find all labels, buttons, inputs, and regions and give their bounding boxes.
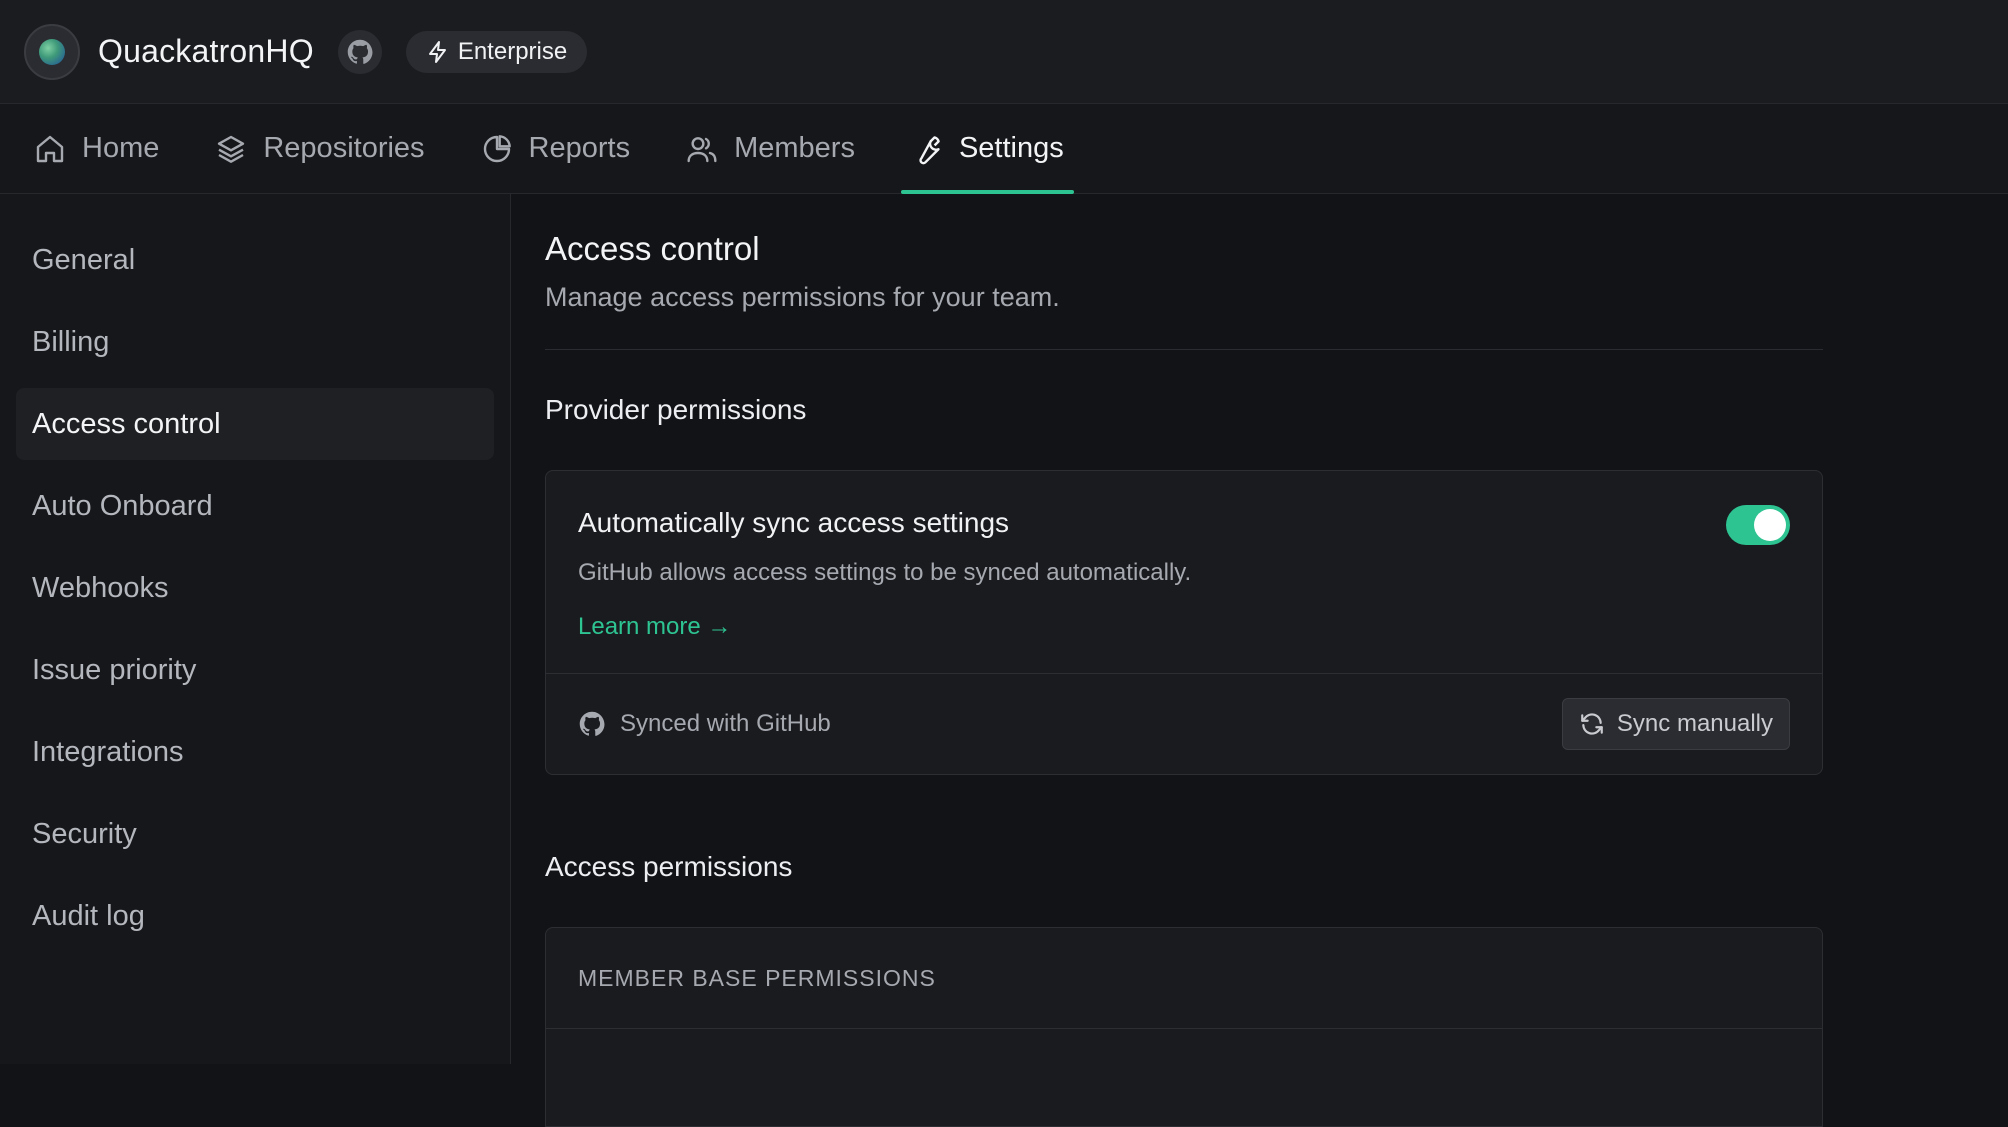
users-icon (687, 136, 717, 162)
access-permissions-heading: Access permissions (545, 851, 793, 882)
sync-settings-description: GitHub allows access settings to be sync… (578, 559, 1192, 586)
tab-settings[interactable]: Settings (900, 104, 1074, 194)
org-avatar[interactable] (24, 23, 80, 80)
tab-repositories[interactable]: Repositories (205, 104, 434, 193)
sync-manually-button[interactable]: Sync manually (1561, 698, 1790, 750)
sync-status: Synced with GitHub (578, 710, 831, 738)
sidebar-item-label: Access control (32, 407, 221, 440)
main-nav: Home Repositories Reports Members Settin… (0, 104, 2008, 194)
sidebar-item-audit-log[interactable]: Audit log (16, 880, 494, 952)
wrench-icon (919, 135, 940, 164)
sidebar-item-access-control[interactable]: Access control (16, 388, 494, 460)
sync-settings-card: Automatically sync access settings GitHu… (545, 470, 1823, 775)
sidebar-item-integrations[interactable]: Integrations (16, 716, 494, 788)
sidebar-item-label: Billing (32, 325, 110, 358)
page-subtitle: Manage access permissions for your team. (545, 282, 1060, 312)
sidebar-item-label: Auto Onboard (32, 489, 213, 522)
divider (545, 349, 1823, 350)
sidebar-item-billing[interactable]: Billing (16, 306, 494, 378)
org-name[interactable]: QuackatronHQ (98, 33, 314, 70)
main-content: Access control Manage access permissions… (545, 194, 1823, 1127)
pie-chart-icon (483, 134, 511, 162)
sidebar-item-auto-onboard[interactable]: Auto Onboard (16, 470, 494, 542)
sidebar-item-label: Audit log (32, 899, 145, 932)
plan-badge[interactable]: Enterprise (405, 30, 588, 73)
github-link[interactable] (337, 29, 382, 74)
sidebar-item-label: Integrations (32, 735, 184, 768)
sidebar-item-label: Security (32, 817, 137, 850)
sidebar-item-label: General (32, 243, 136, 276)
learn-more-link[interactable]: Learn more → (578, 613, 731, 641)
tab-reports-label: Reports (528, 132, 631, 164)
sidebar-item-label: Issue priority (32, 653, 197, 686)
refresh-icon (1581, 713, 1603, 735)
github-icon (579, 711, 605, 736)
sync-settings-footer: Synced with GitHub Sync manually (546, 673, 1822, 774)
tab-members[interactable]: Members (676, 104, 865, 193)
globe-avatar-icon (39, 38, 65, 65)
auto-sync-toggle[interactable] (1726, 505, 1790, 545)
toggle-knob (1754, 509, 1786, 541)
sync-settings-heading: Automatically sync access settings (578, 507, 1010, 538)
top-bar: QuackatronHQ Enterprise (0, 0, 2008, 104)
home-icon (36, 135, 64, 162)
learn-more-label: Learn more → (578, 613, 732, 640)
sync-settings-body: Automatically sync access settings GitHu… (546, 471, 1822, 673)
tab-home-label: Home (82, 132, 160, 164)
sidebar-item-security[interactable]: Security (16, 798, 494, 870)
member-permissions-card: MEMBER BASE PERMISSIONS (545, 927, 1823, 1127)
sidebar-item-label: Webhooks (32, 571, 169, 604)
lightning-icon (428, 40, 446, 63)
sidebar-item-issue-priority[interactable]: Issue priority (16, 634, 494, 706)
tab-home[interactable]: Home (24, 104, 169, 193)
provider-permissions-heading: Provider permissions (545, 394, 807, 425)
github-icon (347, 39, 373, 64)
sync-status-label: Synced with GitHub (620, 710, 831, 737)
page-title: Access control (545, 230, 760, 267)
tab-reports[interactable]: Reports (471, 104, 641, 193)
sidebar-item-webhooks[interactable]: Webhooks (16, 552, 494, 624)
tab-settings-label: Settings (958, 132, 1064, 164)
settings-sidebar: General Billing Access control Auto Onbo… (0, 194, 511, 1064)
tab-members-label: Members (734, 132, 855, 164)
plan-badge-label: Enterprise (457, 37, 568, 65)
member-permissions-header: MEMBER BASE PERMISSIONS (546, 928, 1822, 1029)
tab-repositories-label: Repositories (263, 132, 425, 164)
sync-manually-label: Sync manually (1616, 710, 1773, 737)
layers-icon (218, 135, 245, 163)
sidebar-item-general[interactable]: General (16, 224, 494, 296)
